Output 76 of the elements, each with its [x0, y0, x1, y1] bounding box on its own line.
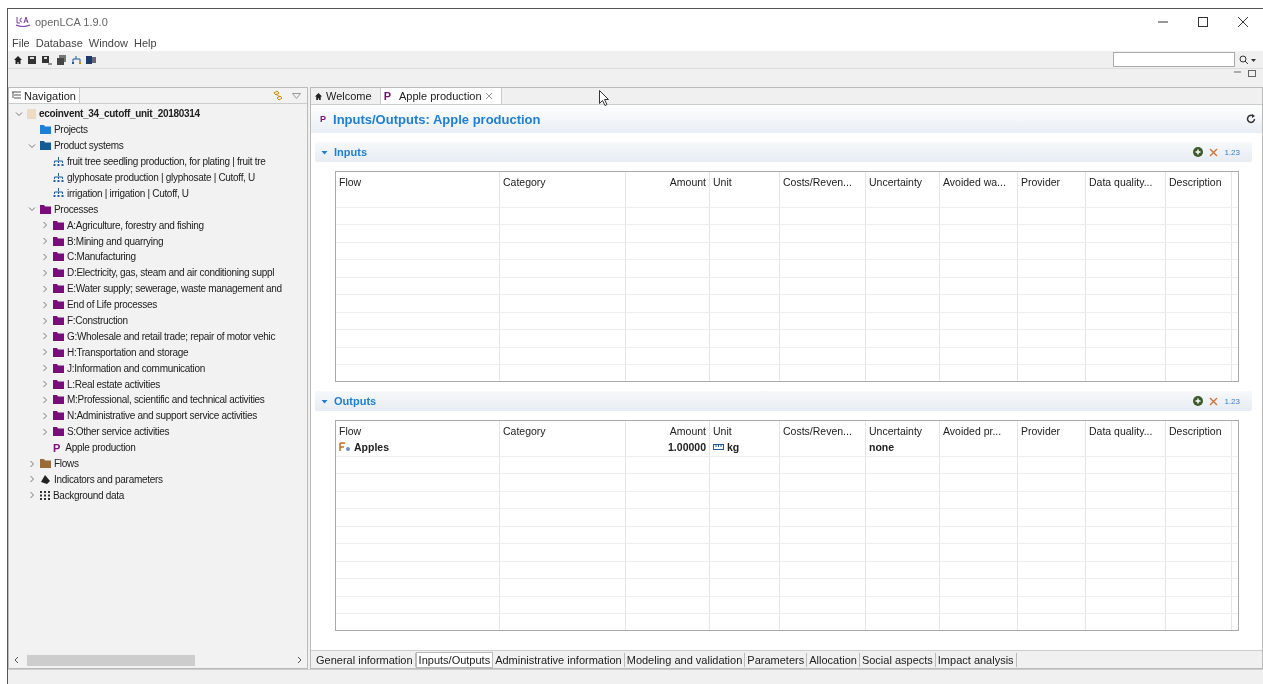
- menu-item[interactable]: Database: [35, 37, 83, 49]
- tree-item[interactable]: ecoinvent_34_cutoff_unit_20180314: [39, 108, 200, 120]
- page-tab[interactable]: Social aspects: [859, 652, 936, 667]
- tree-item[interactable]: Projects: [54, 124, 88, 136]
- section-title[interactable]: Outputs: [334, 395, 377, 407]
- process-icon: P: [383, 90, 391, 102]
- column-header[interactable]: Data quality...: [1086, 421, 1166, 439]
- column-header[interactable]: Unit: [710, 421, 780, 439]
- column-header[interactable]: Flow: [336, 172, 500, 190]
- page-tab[interactable]: Administrative information: [493, 652, 625, 667]
- column-header[interactable]: Amount: [626, 421, 710, 439]
- tree-item[interactable]: fruit tree seedling production, for plating | fruit tre: [67, 156, 266, 168]
- tree-item[interactable]: irrigation | irrigation | Cutoff, U: [67, 187, 189, 199]
- tree-item[interactable]: Background data: [53, 489, 125, 501]
- editor-tab[interactable]: Welcome: [311, 88, 381, 104]
- tree-item[interactable]: glyphosate production | glyphosate | Cutoff, U: [67, 172, 255, 183]
- column-header[interactable]: Avoided pr...: [940, 421, 1018, 439]
- column-header[interactable]: Avoided wa...: [940, 172, 1018, 190]
- tree-item[interactable]: N:Administrative and support service activities: [67, 410, 257, 422]
- menu-item[interactable]: Help: [133, 37, 157, 49]
- tree-item[interactable]: End of Life processes: [67, 299, 157, 311]
- table-cell: none: [869, 441, 895, 454]
- page-tab[interactable]: Parameters: [745, 652, 808, 667]
- tree-item[interactable]: Processes: [54, 203, 98, 215]
- tab-label: Welcome: [326, 90, 372, 102]
- tree-item[interactable]: E:Water supply; sewerage, waste management and: [67, 283, 282, 295]
- tree-item[interactable]: H:Transportation and storage: [67, 346, 189, 358]
- process-icon: P: [320, 114, 326, 124]
- menu-item[interactable]: File: [12, 37, 30, 49]
- tab-label: Apple production: [399, 90, 482, 102]
- page-tab[interactable]: Inputs/Outputs: [415, 651, 494, 668]
- process-icon: P: [53, 441, 61, 454]
- tree-item[interactable]: Product systems: [54, 140, 124, 152]
- column-header[interactable]: Costs/Reven...: [780, 172, 866, 190]
- column-header[interactable]: Uncertainty: [866, 172, 940, 190]
- number-format-toggle[interactable]: 1.23: [1224, 396, 1240, 406]
- column-header[interactable]: Description: [1166, 172, 1232, 190]
- tree-item[interactable]: Flows: [54, 458, 79, 470]
- tree-item[interactable]: M:Professional, scientific and technical activities: [67, 394, 265, 406]
- column-header[interactable]: Provider: [1018, 172, 1086, 190]
- table-cell: kg: [727, 441, 740, 454]
- navigation-tab[interactable]: Navigation: [9, 88, 80, 103]
- tree-item[interactable]: F:Construction: [67, 315, 128, 326]
- column-header[interactable]: Costs/Reven...: [780, 421, 866, 439]
- column-header[interactable]: Flow: [336, 421, 500, 439]
- column-header[interactable]: Description: [1166, 421, 1232, 439]
- column-header[interactable]: Amount: [626, 172, 710, 190]
- tree-item[interactable]: Apple production: [65, 442, 136, 454]
- column-header[interactable]: Category: [500, 421, 626, 439]
- tree-item[interactable]: L:Real estate activities: [67, 378, 160, 390]
- column-header[interactable]: Provider: [1018, 421, 1086, 439]
- page-tab[interactable]: Modeling and validation: [624, 652, 746, 667]
- column-header[interactable]: Data quality...: [1086, 172, 1166, 190]
- column-header[interactable]: Unit: [710, 172, 780, 190]
- column-header[interactable]: Uncertainty: [866, 421, 940, 439]
- page-tab[interactable]: Impact analysis: [935, 652, 1017, 667]
- tree-item[interactable]: G:Wholesale and retail trade; repair of motor vehic: [67, 330, 276, 342]
- page-tab[interactable]: Allocation: [807, 652, 860, 667]
- panel-title: Navigation: [24, 89, 76, 102]
- editor-tab[interactable]: P Apple production: [380, 88, 502, 104]
- tree-item[interactable]: D:Electricity, gas, steam and air conditioning suppl: [67, 267, 275, 279]
- number-format-toggle[interactable]: 1.23: [1224, 147, 1240, 157]
- tree-item[interactable]: Indicators and parameters: [54, 473, 163, 485]
- column-header[interactable]: Category: [500, 172, 626, 190]
- page-tab[interactable]: General information: [314, 652, 416, 667]
- tree-item[interactable]: B:Mining and quarrying: [67, 235, 164, 247]
- tree-item[interactable]: S:Other service activities: [67, 426, 170, 438]
- tree-item[interactable]: J:Information and communication: [67, 362, 205, 374]
- table-cell: Apples: [354, 441, 389, 454]
- tree-item[interactable]: C:Manufacturing: [67, 251, 136, 263]
- tree-item[interactable]: A:Agriculture, forestry and fishing: [67, 219, 204, 231]
- table-cell: 1.00000: [668, 441, 706, 454]
- window-title: openLCA 1.9.0: [35, 16, 108, 28]
- editor-title: Inputs/Outputs: Apple production: [333, 111, 541, 127]
- menu-item[interactable]: Window: [88, 37, 128, 49]
- section-title[interactable]: Inputs: [334, 146, 367, 158]
